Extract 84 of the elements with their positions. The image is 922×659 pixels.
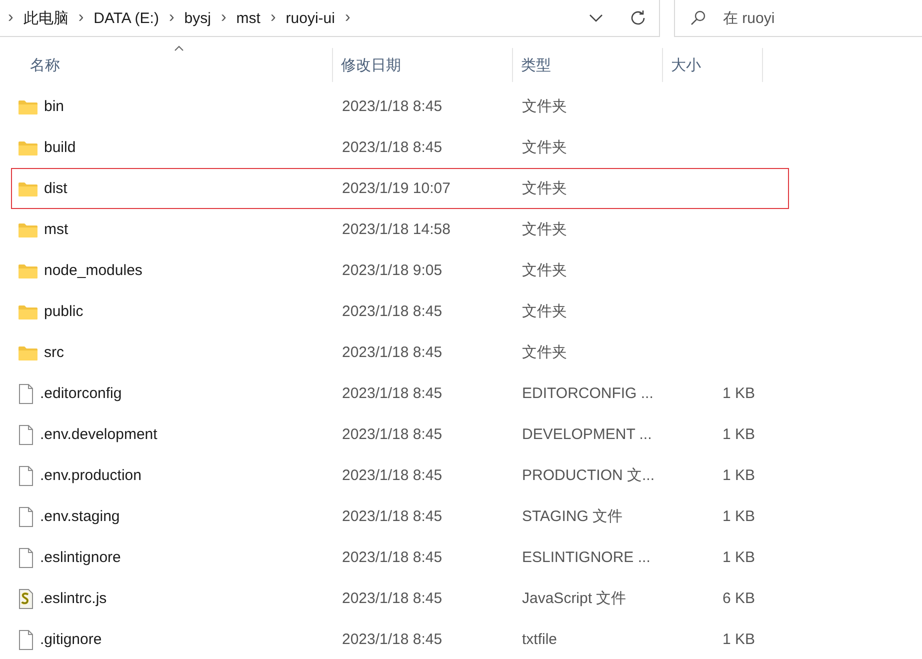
file-size: 1 KB — [722, 467, 755, 484]
file-size: 1 KB — [722, 631, 755, 648]
file-size: 1 KB — [722, 385, 755, 402]
date-modified: 2023/1/18 8:45 — [342, 139, 442, 156]
file-icon — [18, 548, 34, 568]
date-modified: 2023/1/18 14:58 — [342, 221, 450, 238]
file-icon — [18, 466, 34, 486]
folder-icon — [18, 344, 38, 360]
date-modified: 2023/1/18 8:45 — [342, 344, 442, 361]
file-type: EDITORCONFIG ... — [522, 385, 654, 402]
file-type: 文件夹 — [522, 179, 567, 198]
dropdown-icon[interactable] — [589, 14, 603, 22]
file-name[interactable]: .env.development — [40, 426, 158, 443]
breadcrumb[interactable]: bysj — [184, 10, 211, 26]
breadcrumb[interactable]: mst — [236, 10, 260, 26]
file-size: 1 KB — [722, 549, 755, 566]
folder-icon — [18, 304, 38, 320]
date-modified: 2023/1/18 8:45 — [342, 385, 442, 402]
folder-icon — [18, 262, 38, 278]
file-name[interactable]: build — [44, 139, 76, 156]
file-name[interactable]: node_modules — [44, 262, 142, 279]
sort-caret-icon — [174, 45, 184, 51]
date-modified: 2023/1/18 8:45 — [342, 590, 442, 607]
file-name[interactable]: mst — [44, 221, 68, 238]
refresh-icon[interactable] — [629, 9, 647, 27]
file-size: 1 KB — [722, 508, 755, 525]
breadcrumb[interactable]: ruoyi-ui — [286, 10, 335, 26]
file-size: 1 KB — [722, 426, 755, 443]
column-header[interactable]: 类型 — [513, 48, 663, 82]
date-modified: 2023/1/18 9:05 — [342, 262, 442, 279]
file-type: 文件夹 — [522, 343, 567, 362]
chevron-icon[interactable]: › — [8, 9, 14, 27]
file-type: PRODUCTION 文... — [522, 466, 655, 485]
date-modified: 2023/1/18 8:45 — [342, 467, 442, 484]
file-size: 6 KB — [722, 590, 755, 607]
chevron-icon[interactable]: › — [270, 9, 276, 27]
chevron-icon[interactable]: › — [220, 9, 226, 27]
file-type: JavaScript 文件 — [522, 589, 626, 608]
file-type: 文件夹 — [522, 261, 567, 280]
file-type: 文件夹 — [522, 302, 567, 321]
chevron-icon[interactable]: › — [344, 9, 350, 27]
chevron-icon[interactable]: › — [168, 9, 174, 27]
date-modified: 2023/1/18 8:45 — [342, 426, 442, 443]
file-name[interactable]: .eslintrc.js — [40, 590, 107, 607]
folder-icon — [18, 140, 38, 156]
search-icon — [690, 10, 706, 26]
chevron-icon[interactable]: › — [78, 9, 84, 27]
file-name[interactable]: .env.production — [40, 467, 142, 484]
file-type: 文件夹 — [522, 97, 567, 116]
file-type: txtfile — [522, 631, 558, 648]
column-header[interactable]: 大小 — [663, 48, 763, 82]
folder-icon — [18, 222, 38, 238]
file-type: 文件夹 — [522, 220, 567, 239]
file-name[interactable]: public — [44, 303, 84, 320]
file-name[interactable]: .eslintignore — [40, 549, 121, 566]
file-type: 文件夹 — [522, 138, 567, 157]
file-name[interactable]: .env.staging — [40, 508, 120, 525]
search-field[interactable]: 在 ruoyi — [674, 0, 922, 37]
breadcrumb[interactable]: 此电脑 — [23, 8, 68, 28]
date-modified: 2023/1/18 8:45 — [342, 631, 442, 648]
file-name[interactable]: .editorconfig — [40, 385, 122, 402]
column-header[interactable]: 名称 — [0, 48, 333, 82]
file-name[interactable]: bin — [44, 98, 64, 115]
column-header[interactable]: 修改日期 — [333, 48, 513, 82]
address-bar[interactable]: › 此电脑 › DATA (E:) › bysj › mst › ruoyi-ui › — [0, 0, 660, 37]
date-modified: 2023/1/18 8:45 — [342, 508, 442, 525]
file-icon — [18, 384, 34, 404]
file-name[interactable]: .gitignore — [40, 631, 102, 648]
file-icon — [18, 630, 34, 650]
script-file-icon — [18, 588, 34, 608]
breadcrumb[interactable]: DATA (E:) — [94, 10, 159, 26]
folder-icon — [18, 180, 38, 196]
date-modified: 2023/1/18 8:45 — [342, 303, 442, 320]
file-type: ESLINTIGNORE ... — [522, 549, 650, 566]
file-name[interactable]: dist — [44, 180, 68, 197]
file-icon — [18, 424, 34, 444]
file-type: STAGING 文件 — [522, 507, 623, 526]
folder-icon — [18, 98, 38, 114]
file-type: DEVELOPMENT ... — [522, 426, 652, 443]
file-name[interactable]: src — [44, 344, 64, 361]
date-modified: 2023/1/18 8:45 — [342, 549, 442, 566]
date-modified: 2023/1/19 10:07 — [342, 180, 450, 197]
file-icon — [18, 506, 34, 526]
date-modified: 2023/1/18 8:45 — [342, 98, 442, 115]
